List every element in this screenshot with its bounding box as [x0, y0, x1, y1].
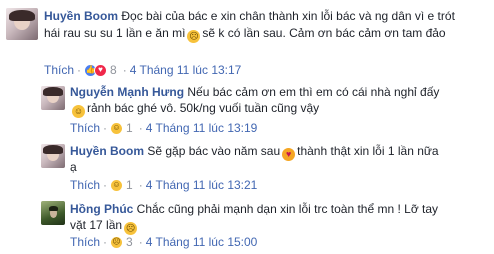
- timestamp-link[interactable]: 4 Tháng 11 lúc 15:00: [146, 234, 258, 250]
- reaction-count: 8: [110, 63, 117, 77]
- love-reaction-icon: ♥: [94, 63, 108, 77]
- comment-line: rảnh bác ghé vô. 50k/ng vuối tuần cũng v…: [87, 101, 320, 115]
- sad-reaction-icon: ☹: [110, 235, 124, 249]
- haha-reaction-icon: ☺: [110, 178, 124, 192]
- comment-text: Nguyễn Mạnh Hưng Nếu bác cảm ơn em thì e…: [70, 84, 439, 100]
- comment-line: hái rau su su 1 lần e ăn mì: [44, 26, 186, 40]
- like-button[interactable]: Thích: [70, 177, 100, 193]
- comment-text-line2: ạ: [70, 159, 77, 175]
- like-button[interactable]: Thích: [70, 234, 100, 250]
- comment-line: Đọc bài của bác e xin chân thành xin lỗi…: [121, 9, 455, 23]
- comment-text-line2: hái rau su su 1 lần e ăn mì ☹ sẽ k có lần …: [44, 25, 446, 43]
- timestamp-link[interactable]: 4 Tháng 11 lúc 13:17: [130, 62, 242, 78]
- kiss-emoji-icon: ♥: [282, 148, 296, 161]
- author-name[interactable]: Huyền Boom: [44, 9, 118, 23]
- comment-text-line2: ☺ rảnh bác ghé vô. 50k/ng vuối tuần cũng …: [70, 100, 319, 118]
- comment-line: vặt 17 lần: [70, 218, 123, 232]
- avatar[interactable]: [41, 201, 65, 225]
- reactions[interactable]: ☺ 1: [110, 120, 133, 136]
- comment-line: Chắc cũng phải mạnh dạn xin lỗi trc toàn…: [136, 202, 439, 216]
- reaction-count: 1: [126, 121, 133, 135]
- author-name[interactable]: Huyền Boom: [70, 144, 144, 158]
- frown-emoji-icon: ☹: [187, 30, 201, 43]
- separator: ·: [138, 121, 143, 135]
- separator: ·: [122, 63, 127, 77]
- avatar[interactable]: [6, 8, 38, 40]
- separator: ·: [103, 235, 108, 249]
- comment-actions: Thích · ☺ 1 · 4 Tháng 11 lúc 13:19: [70, 120, 257, 136]
- comment-actions: Thích · ☹ 3 · 4 Tháng 11 lúc 15:00: [70, 234, 257, 250]
- timestamp-link[interactable]: 4 Tháng 11 lúc 13:21: [146, 177, 258, 193]
- author-name[interactable]: Hồng Phúc: [70, 202, 133, 216]
- reactions[interactable]: ☹ 3: [110, 234, 133, 250]
- comment-actions: Thích · 👍 ♥ 8 · 4 Tháng 11 lúc 13:17: [44, 62, 241, 78]
- timestamp-link[interactable]: 4 Tháng 11 lúc 13:19: [146, 120, 258, 136]
- reactions[interactable]: 👍 ♥ 8: [84, 62, 117, 78]
- author-name[interactable]: Nguyễn Mạnh Hưng: [70, 85, 184, 99]
- comment-text: Huyền Boom Sẽ gặp bác vào năm sau ♥ thành …: [70, 143, 439, 161]
- separator: ·: [138, 235, 143, 249]
- comment-text-line2: vặt 17 lần ☹: [70, 217, 139, 235]
- grin-emoji-icon: ☺: [72, 105, 85, 118]
- separator: ·: [77, 63, 82, 77]
- avatar[interactable]: [41, 144, 65, 168]
- comment-line: thành thật xin lỗi 1 lần nữa: [297, 144, 439, 158]
- haha-reaction-icon: ☺: [110, 121, 124, 135]
- separator: ·: [103, 121, 108, 135]
- separator: ·: [138, 178, 143, 192]
- comment-text: Hồng Phúc Chắc cũng phải mạnh dạn xin lỗ…: [70, 201, 438, 217]
- comment-line: ạ: [70, 160, 77, 174]
- comment-line: Sẽ gặp bác vào năm sau: [147, 144, 281, 158]
- reactions[interactable]: ☺ 1: [110, 177, 133, 193]
- reaction-count: 3: [126, 235, 133, 249]
- comment-text: Huyền Boom Đọc bài của bác e xin chân th…: [44, 8, 455, 24]
- comment-actions: Thích · ☺ 1 · 4 Tháng 11 lúc 13:21: [70, 177, 257, 193]
- like-button[interactable]: Thích: [70, 120, 100, 136]
- comment-line: Nếu bác cảm ơn em thì em có cái nhà nghỉ…: [187, 85, 440, 99]
- comment-line: sẽ k có lần sau. Cảm ơn bác cảm ơn tam đ…: [202, 26, 446, 40]
- like-button[interactable]: Thích: [44, 62, 74, 78]
- separator: ·: [103, 178, 108, 192]
- reaction-count: 1: [126, 178, 133, 192]
- avatar[interactable]: [41, 86, 65, 110]
